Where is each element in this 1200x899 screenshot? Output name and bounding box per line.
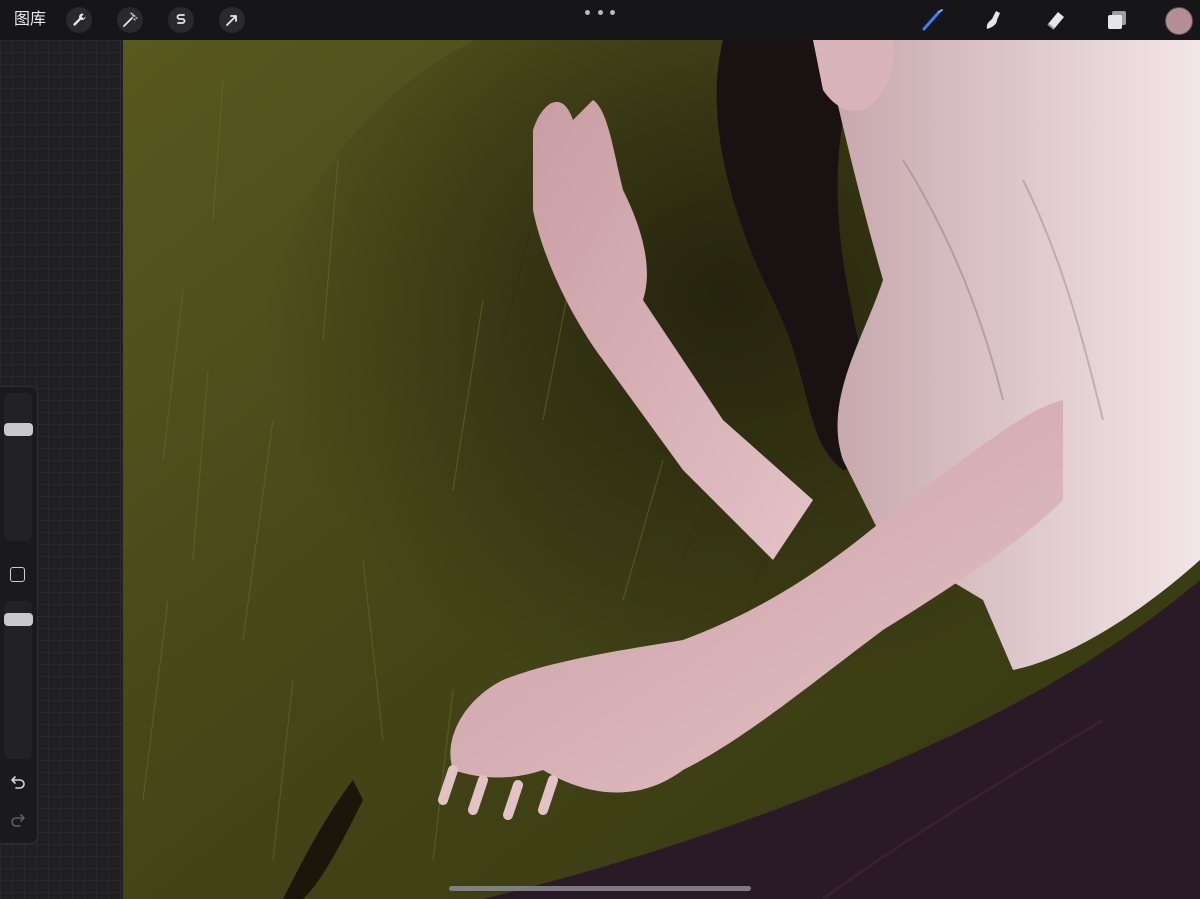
procreate-app: 图库 [0, 0, 1200, 899]
artwork-illustration [123, 40, 1200, 899]
redo-icon[interactable] [9, 811, 27, 829]
selection-button[interactable] [168, 7, 194, 33]
gallery-button[interactable]: 图库 [14, 9, 46, 31]
adjustments-button[interactable] [117, 7, 143, 33]
layers-icon [1108, 11, 1126, 29]
opacity-slider-thumb[interactable] [4, 612, 33, 626]
sidebar [0, 386, 38, 844]
eraser-icon [1047, 12, 1064, 30]
brush-size-slider-thumb[interactable] [4, 422, 33, 436]
actions-button[interactable] [66, 7, 92, 33]
wrench-icon [73, 13, 86, 26]
magic-wand-icon [123, 12, 138, 27]
layers-button[interactable] [1103, 6, 1131, 34]
brush-size-slider[interactable] [4, 393, 32, 541]
selection-s-icon [176, 14, 186, 24]
drawing-canvas[interactable] [123, 40, 1200, 899]
brush-icon [922, 9, 943, 31]
modify-square-icon[interactable] [10, 567, 25, 582]
smudge-tool-button[interactable] [980, 6, 1008, 34]
home-indicator [449, 886, 751, 891]
more-options-icon[interactable] [585, 6, 615, 18]
undo-icon[interactable] [9, 773, 27, 791]
color-picker-swatch[interactable] [1165, 7, 1193, 35]
eraser-tool-button[interactable] [1042, 6, 1070, 34]
top-toolbar: 图库 [0, 0, 1200, 41]
arrow-cursor-icon [226, 15, 237, 26]
smudge-icon [986, 11, 1000, 29]
paint-tool-button[interactable] [919, 6, 947, 34]
transform-button[interactable] [219, 7, 245, 33]
